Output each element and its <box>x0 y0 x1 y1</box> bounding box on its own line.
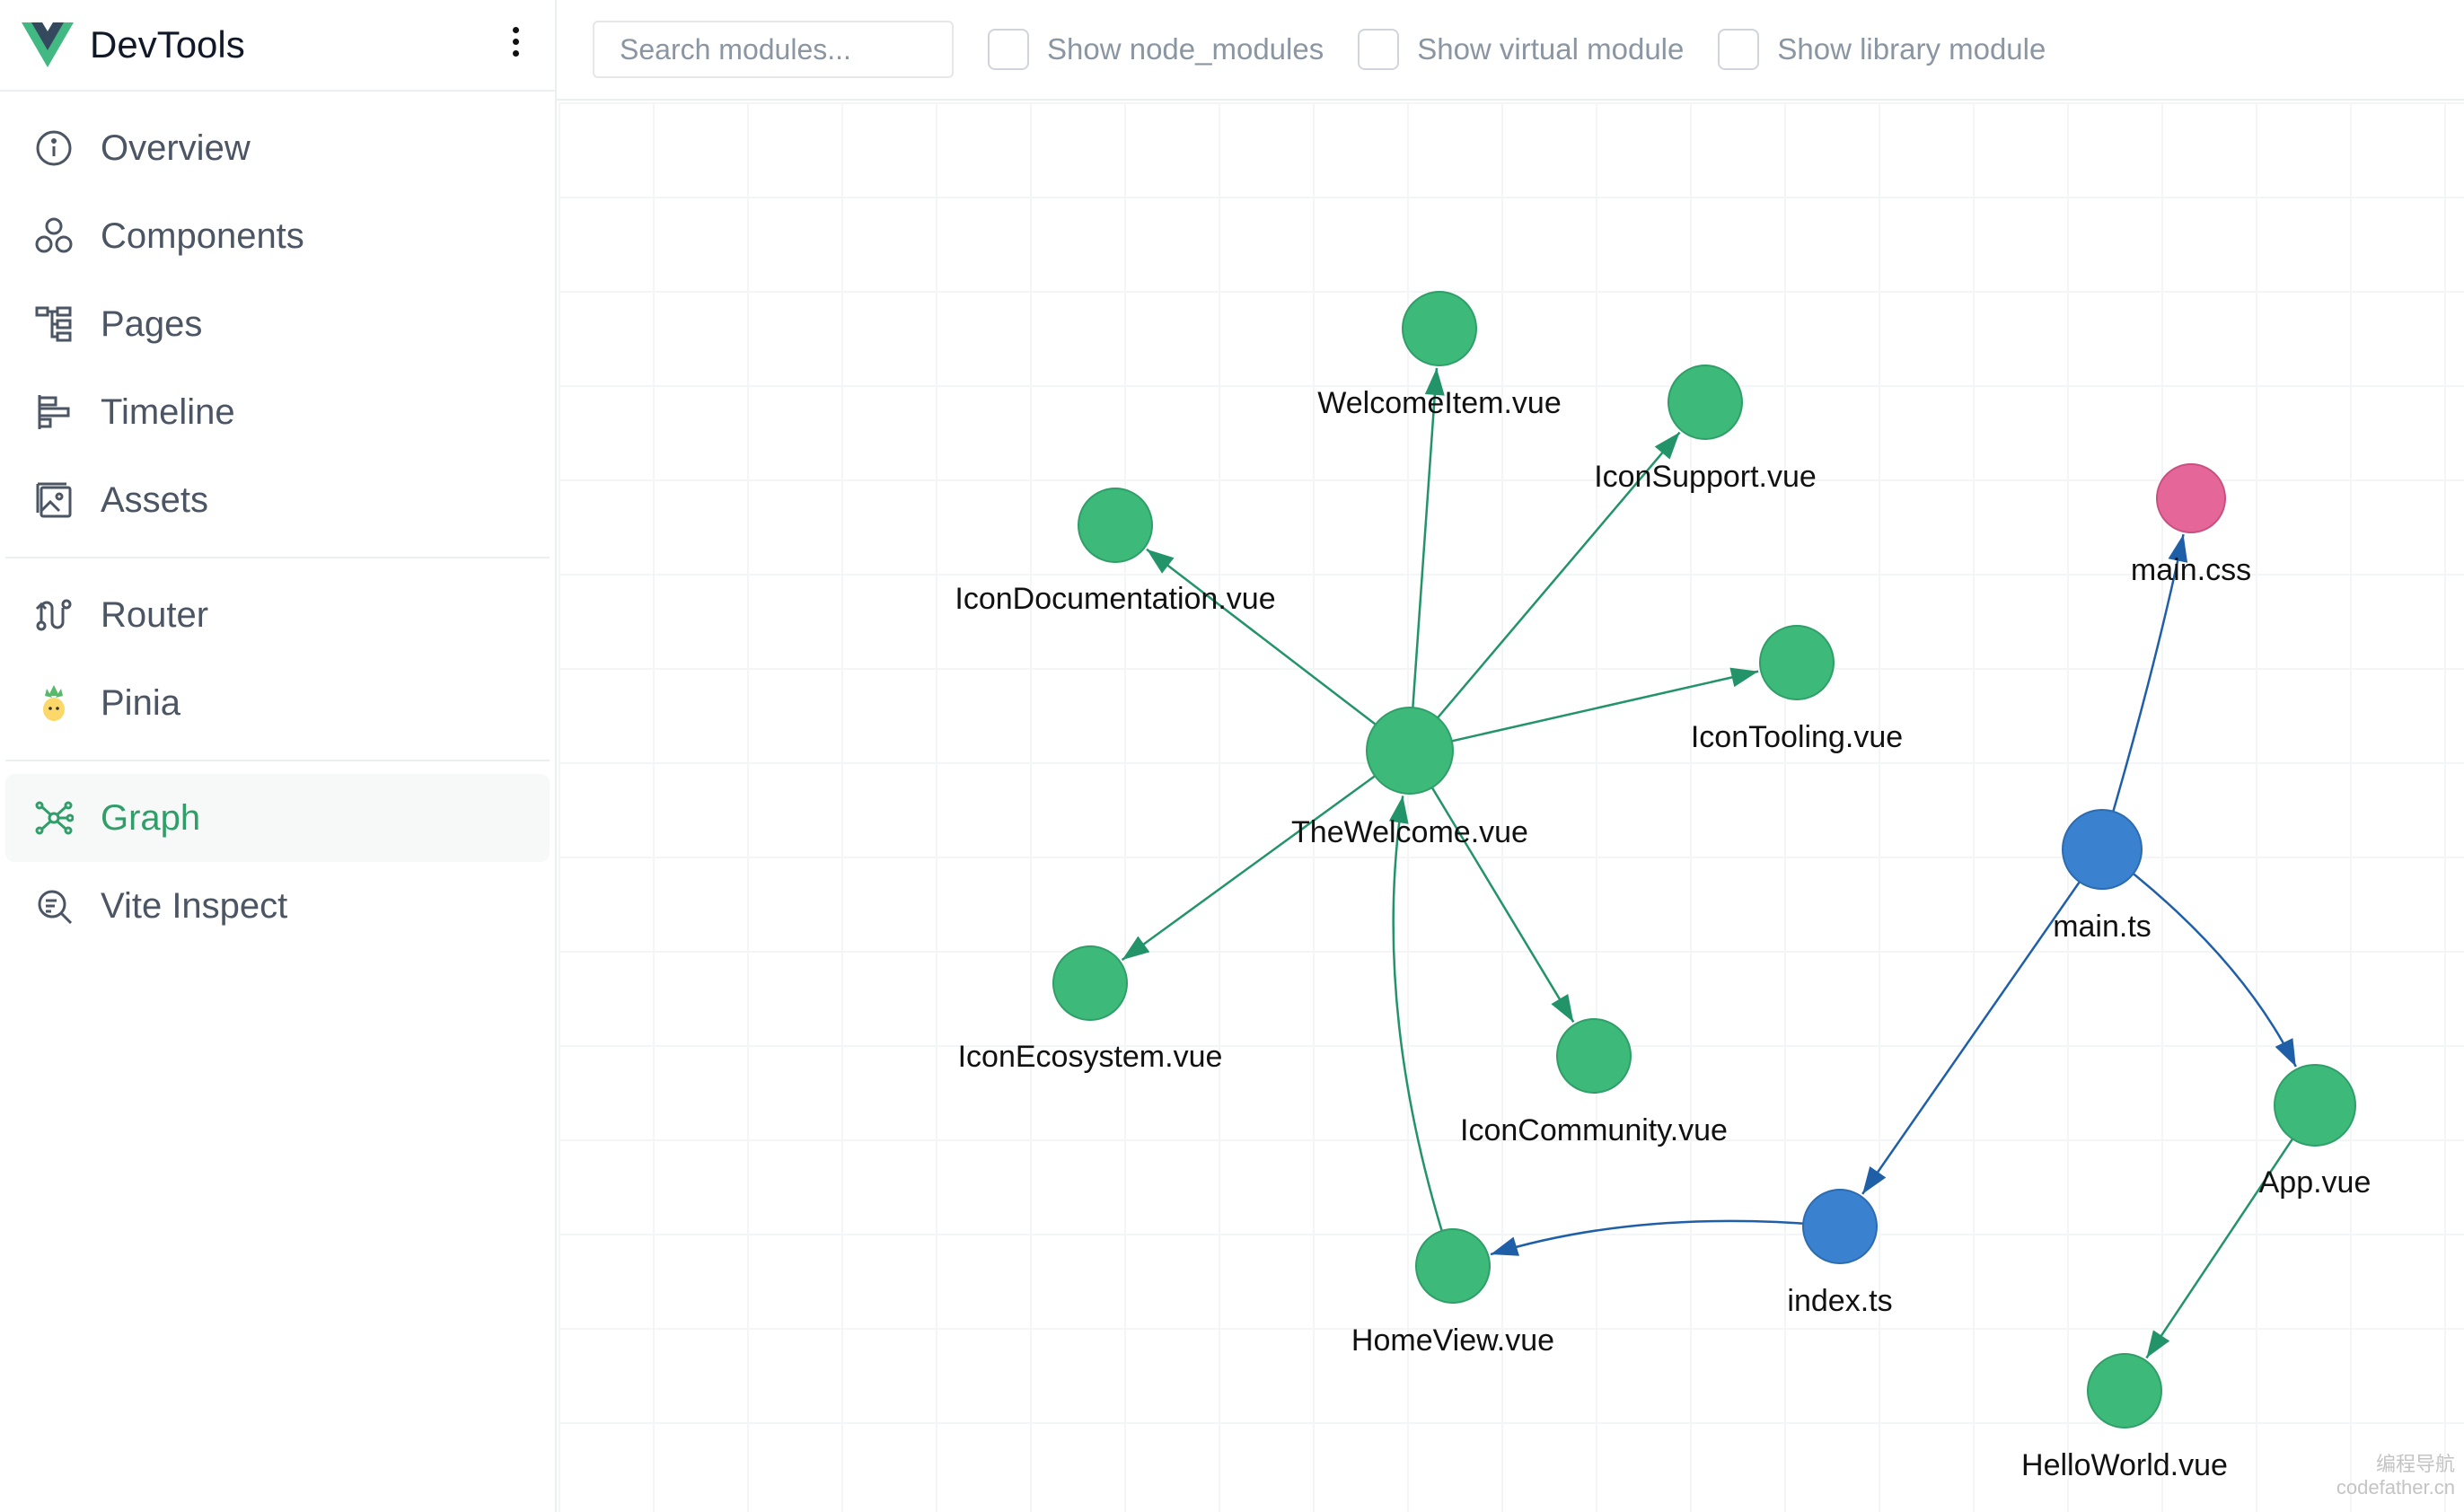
graph-node-label: IconCommunity.vue <box>1460 1113 1728 1147</box>
edge-arrowhead <box>2275 1038 2296 1067</box>
graph-node-label: HomeView.vue <box>1351 1323 1554 1358</box>
watermark-line: 编程导航 <box>2375 1453 2455 1475</box>
watermark-line: codefather.cn <box>2336 1476 2455 1499</box>
edge-arrowhead <box>1551 993 1574 1023</box>
graph-node-label: index.ts <box>1787 1284 1892 1318</box>
graph-node-welcomeitem-vue[interactable] <box>1402 291 1477 366</box>
graph-node-label: WelcomeItem.vue <box>1317 386 1561 420</box>
graph-node-label: IconDocumentation.vue <box>955 582 1275 616</box>
graph-node-helloworld-vue[interactable] <box>2087 1353 2162 1428</box>
edge-arrowhead <box>1729 667 1759 688</box>
edge-index-ts-to-homeview-vue <box>1490 1219 1841 1256</box>
graph-node-label: App.vue <box>2259 1165 2372 1200</box>
edge-app-vue-to-helloworld-vue <box>2145 1104 2317 1359</box>
watermark: 编程导航 codefather.cn <box>2336 1453 2455 1499</box>
edge-arrowhead <box>2146 1330 2170 1358</box>
graph-node-main-css[interactable] <box>2156 463 2226 533</box>
graph-node-icontooling-vue[interactable] <box>1759 625 1835 700</box>
graph-node-label: IconTooling.vue <box>1691 720 1903 754</box>
graph-node-homeview-vue[interactable] <box>1415 1228 1491 1304</box>
edge-main-ts-to-index-ts <box>1861 848 2104 1195</box>
edge-arrowhead <box>1862 1165 1887 1194</box>
edge-thewelcome-vue-to-welcomeitem-vue <box>1408 367 1439 752</box>
edge-arrowhead <box>1146 549 1175 574</box>
edge-arrowhead <box>1122 936 1150 961</box>
edge-arrowhead <box>1654 432 1680 460</box>
graph-node-label: HelloWorld.vue <box>2021 1448 2228 1482</box>
graph-node-label: IconSupport.vue <box>1594 460 1817 494</box>
graph-node-label: IconEcosystem.vue <box>958 1040 1223 1074</box>
graph-node-iconecosystem-vue[interactable] <box>1052 945 1128 1021</box>
graph-node-main-ts[interactable] <box>2062 809 2143 890</box>
module-graph[interactable]: TheWelcome.vue WelcomeItem.vue IconSupport… <box>0 0 2464 1512</box>
edge-main-ts-to-app-vue <box>2101 848 2297 1068</box>
graph-node-thewelcome-vue[interactable] <box>1366 707 1454 795</box>
edge-thewelcome-vue-to-iconcommunity-vue <box>1408 750 1575 1023</box>
edge-thewelcome-vue-to-icondocumentation-vue <box>1146 548 1411 752</box>
edge-arrowhead <box>1491 1236 1519 1256</box>
graph-node-iconsupport-vue[interactable] <box>1668 365 1743 440</box>
graph-node-app-vue[interactable] <box>2274 1064 2356 1147</box>
graph-node-label: main.css <box>2131 553 2251 587</box>
edge-thewelcome-vue-to-iconecosystem-vue <box>1121 749 1411 962</box>
graph-node-icondocumentation-vue[interactable] <box>1078 488 1153 563</box>
graph-node-label: main.ts <box>2053 910 2152 944</box>
graph-node-iconcommunity-vue[interactable] <box>1556 1018 1632 1094</box>
graph-node-index-ts[interactable] <box>1802 1189 1878 1264</box>
edge-homeview-vue-to-thewelcome-vue <box>1392 796 1455 1267</box>
graph-node-label: TheWelcome.vue <box>1291 815 1528 849</box>
